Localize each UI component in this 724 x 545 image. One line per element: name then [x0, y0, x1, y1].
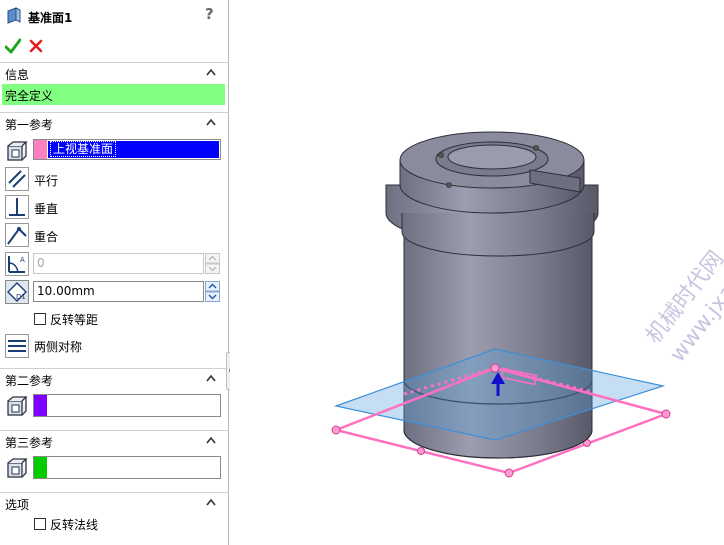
angle-input[interactable]: 0 [33, 253, 204, 274]
flip-offset-checkbox[interactable] [34, 313, 46, 325]
plane-feature-icon [7, 7, 21, 24]
graphics-viewport[interactable]: 机械时代网 www.jxage.com [230, 0, 724, 545]
status-text: 完全定义 [5, 89, 54, 103]
title-bar: 基准面1 ? [0, 0, 229, 33]
perpendicular-icon[interactable] [5, 195, 29, 219]
chevron-up-icon[interactable] [206, 436, 216, 444]
parallel-option-label[interactable]: 平行 [34, 172, 58, 189]
second-ref-selection-box[interactable] [33, 394, 221, 417]
info-section-label: 信息 [5, 68, 30, 82]
first-ref-color-swatch [34, 140, 47, 159]
third-ref-color-swatch [34, 457, 47, 478]
perpendicular-option-label[interactable]: 垂直 [34, 200, 58, 217]
angle-spinner[interactable] [205, 253, 220, 274]
offset-distance-input[interactable]: 10.00mm [33, 281, 204, 302]
feature-title: 基准面1 [28, 11, 73, 25]
third-ref-section-header[interactable]: 第三参考 [0, 430, 229, 450]
chevron-up-icon[interactable] [206, 118, 216, 126]
flip-normal-label: 反转法线 [50, 518, 99, 532]
first-ref-selection-box[interactable]: 上视基准面 [33, 139, 221, 160]
reference-entity-icon [7, 396, 28, 416]
first-ref-label: 第一参考 [5, 118, 54, 132]
first-ref-section-header[interactable]: 第一参考 [0, 112, 229, 132]
svg-text:D1: D1 [16, 293, 26, 301]
chevron-up-icon[interactable] [206, 498, 216, 506]
coincident-option-label[interactable]: 重合 [34, 228, 58, 245]
parallel-icon[interactable] [5, 167, 29, 191]
info-section-header[interactable]: 信息 [0, 62, 229, 82]
ok-check-icon[interactable] [5, 38, 21, 54]
third-ref-selection-box[interactable] [33, 456, 221, 479]
property-manager-panel: 基准面1 ? 信息 完全定义 第一参考 上视基准面 平行 垂直 重合 A 0 D… [0, 0, 229, 545]
mid-plane-label[interactable]: 两侧对称 [34, 338, 82, 355]
offset-spinner[interactable] [205, 281, 220, 302]
offset-distance-icon[interactable]: D1 [5, 280, 29, 304]
flip-normal-checkbox[interactable] [34, 518, 46, 530]
chevron-up-icon[interactable] [206, 374, 216, 382]
angle-icon[interactable]: A [5, 252, 29, 276]
second-ref-color-swatch [34, 395, 47, 416]
reference-entity-icon [7, 458, 28, 478]
mid-plane-icon[interactable] [5, 334, 29, 358]
chevron-up-icon[interactable] [206, 68, 216, 76]
cancel-x-icon[interactable] [29, 39, 43, 53]
help-icon[interactable]: ? [205, 5, 214, 23]
flip-offset-label: 反转等距 [50, 313, 99, 327]
options-section-header[interactable]: 选项 [0, 492, 229, 512]
options-label: 选项 [5, 498, 30, 512]
model-view[interactable] [230, 0, 724, 545]
svg-text:A: A [20, 256, 25, 264]
status-message: 完全定义 [2, 84, 225, 105]
second-ref-section-header[interactable]: 第二参考 [0, 368, 229, 388]
first-ref-selected-item[interactable]: 上视基准面 [48, 141, 219, 158]
third-ref-label: 第三参考 [5, 436, 54, 450]
reference-entity-icon [7, 141, 28, 161]
coincident-icon[interactable] [5, 223, 29, 247]
second-ref-label: 第二参考 [5, 374, 54, 388]
